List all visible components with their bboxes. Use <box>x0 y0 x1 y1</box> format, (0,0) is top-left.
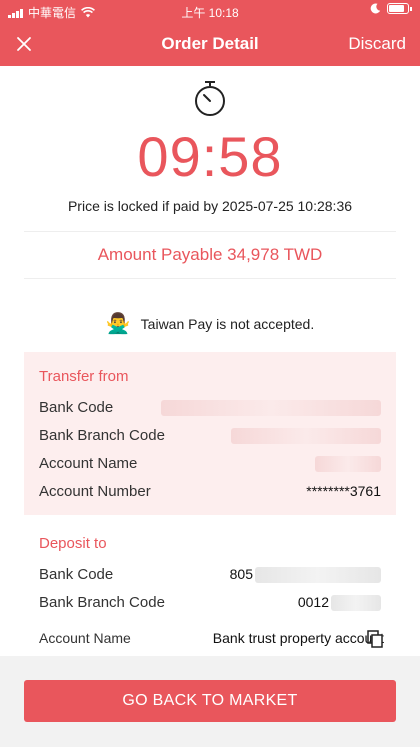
row-label: Account Name <box>39 630 131 646</box>
no-gesture-emoji: 🙅‍♂️ <box>105 313 131 335</box>
deposit-to-title: Deposit to <box>39 535 107 552</box>
deposit-to-branch-code-row: Bank Branch Code 0012 <box>39 592 381 614</box>
redacted-value <box>161 400 381 416</box>
row-label: Account Number <box>39 483 151 500</box>
discard-button[interactable]: Discard <box>348 34 406 54</box>
redacted-value <box>231 428 381 444</box>
status-time: 上午 10:18 <box>181 6 239 20</box>
transfer-from-title: Transfer from <box>39 368 129 385</box>
redacted-value <box>255 567 381 583</box>
price-lock-text: Price is locked if paid by 2025-07-25 10… <box>67 198 353 214</box>
redacted-value <box>331 595 381 611</box>
row-label: Bank Code <box>39 566 114 583</box>
deposit-to-bank-code-row: Bank Code 805 <box>39 564 381 586</box>
row-label: Bank Branch Code <box>39 427 165 444</box>
payment-notice: 🙅‍♂️ Taiwan Pay is not accepted. <box>0 311 420 336</box>
transfer-from-account-number-row: Account Number ********3761 <box>39 481 381 503</box>
transfer-from-bank-code-row: Bank Code <box>39 397 381 419</box>
notice-text: Taiwan Pay is not accepted. <box>140 315 315 332</box>
countdown-timer: 09:58 <box>137 125 283 188</box>
nav-bar: Order Detail Discard <box>0 22 420 66</box>
transfer-from-account-name-row: Account Name <box>39 453 381 475</box>
row-label: Bank Code <box>39 399 114 416</box>
status-bar: 中華電信 上午 10:18 <box>0 0 420 22</box>
row-label: Bank Branch Code <box>39 594 165 611</box>
battery-tip-icon <box>410 6 412 11</box>
redacted-value <box>315 456 381 472</box>
branch-code-value: 0012 <box>297 594 329 610</box>
battery-icon <box>387 3 409 14</box>
transfer-from-card: Transfer from Bank Code Bank Branch Code… <box>24 352 396 515</box>
stopwatch-icon <box>195 81 225 116</box>
copy-icon[interactable] <box>367 630 383 648</box>
divider <box>24 278 396 279</box>
deposit-to-account-name-row: Account Name Bank trust property account <box>39 628 384 650</box>
status-right <box>370 3 412 14</box>
row-label: Account Name <box>39 455 138 472</box>
account-number-value: ********3761 <box>306 483 381 499</box>
amount-payable: Amount Payable 34,978 TWD <box>97 245 323 264</box>
divider <box>24 231 396 232</box>
go-back-to-market-button[interactable]: GO BACK TO MARKET <box>24 680 396 722</box>
bank-code-value: 805 <box>229 566 253 582</box>
moon-icon <box>370 3 381 14</box>
transfer-from-branch-code-row: Bank Branch Code <box>39 425 381 447</box>
deposit-account-name-value: Bank trust property account <box>212 630 384 646</box>
